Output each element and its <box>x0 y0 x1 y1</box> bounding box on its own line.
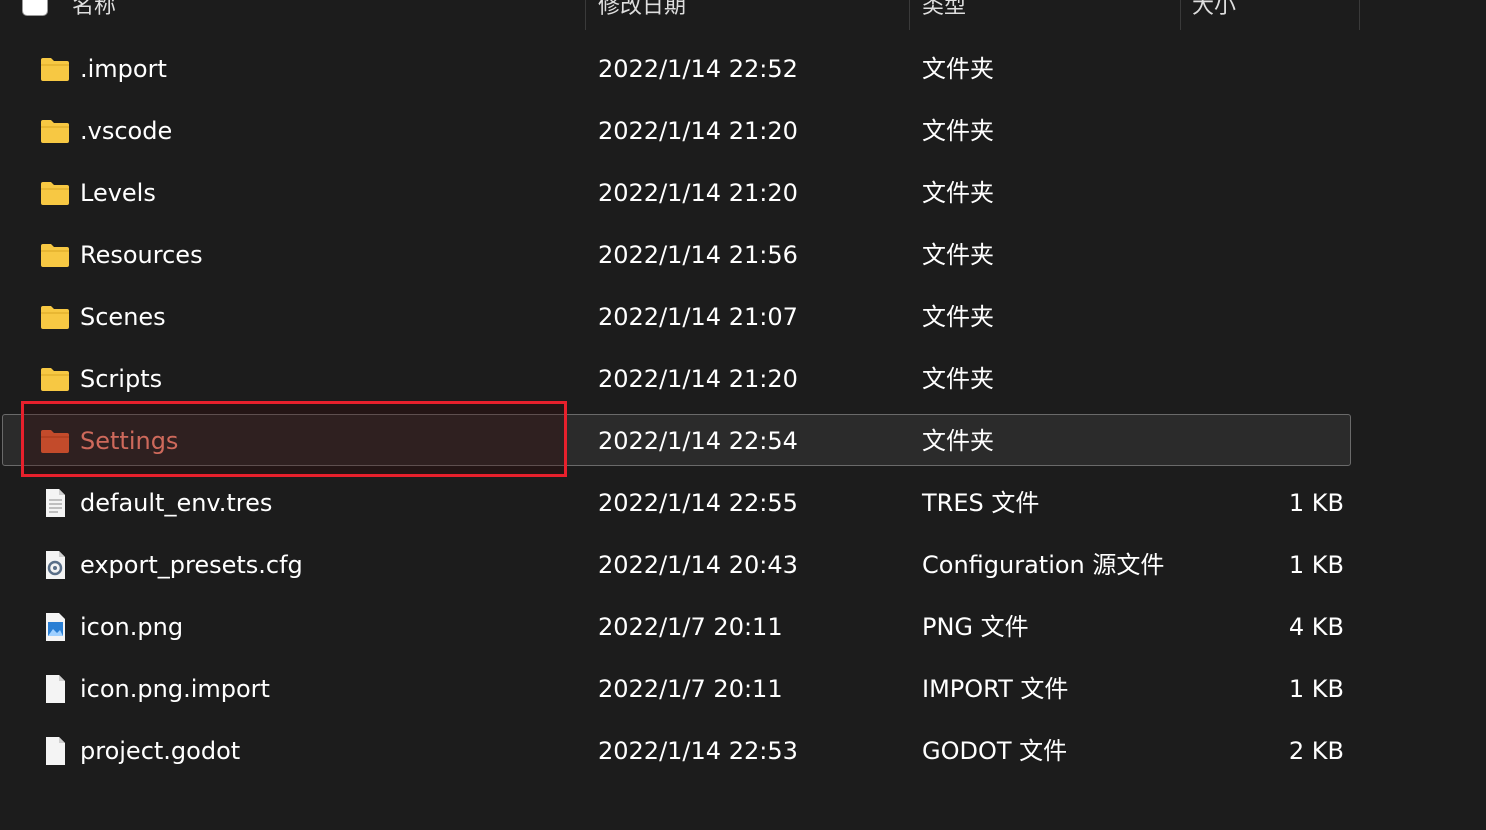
folder-orange-icon <box>40 427 70 455</box>
file-row[interactable]: project.godot 2022/1/14 22:53 GODOT 文件 2 KB <box>0 720 1486 782</box>
file-name: project.godot <box>80 737 241 765</box>
blank-file-icon <box>40 675 70 703</box>
file-row[interactable]: .import 2022/1/14 22:52 文件夹 <box>0 38 1486 100</box>
modified-date: 2022/1/14 22:55 <box>598 489 798 517</box>
column-separator[interactable] <box>1180 0 1181 30</box>
file-row[interactable]: .vscode 2022/1/14 21:20 文件夹 <box>0 100 1486 162</box>
modified-date: 2022/1/14 22:53 <box>598 737 798 765</box>
modified-date: 2022/1/7 20:11 <box>598 675 783 703</box>
folder-icon <box>40 303 70 331</box>
folder-icon <box>40 179 70 207</box>
column-size-header[interactable]: 大小 <box>1192 0 1236 30</box>
file-type: 文件夹 <box>922 365 994 393</box>
modified-date: 2022/1/14 21:20 <box>598 117 798 145</box>
modified-date: 2022/1/7 20:11 <box>598 613 783 641</box>
blank-file-icon <box>40 737 70 765</box>
file-size: 1 KB <box>1288 551 1344 579</box>
image-file-icon <box>40 613 70 641</box>
modified-date: 2022/1/14 20:43 <box>598 551 798 579</box>
file-name: export_presets.cfg <box>80 551 303 579</box>
text-file-icon <box>40 489 70 517</box>
column-date-header[interactable]: 修改日期 <box>598 0 686 30</box>
file-row-selected[interactable]: Settings 2022/1/14 22:54 文件夹 <box>0 410 1486 472</box>
file-row[interactable]: default_env.tres 2022/1/14 22:55 TRES 文件 1 … <box>0 472 1486 534</box>
file-type: 文件夹 <box>922 241 994 269</box>
folder-icon <box>40 365 70 393</box>
modified-date: 2022/1/14 21:56 <box>598 241 798 269</box>
file-row[interactable]: export_presets.cfg 2022/1/14 20:43 Configu… <box>0 534 1486 596</box>
file-type: GODOT 文件 <box>922 737 1068 765</box>
file-type: 文件夹 <box>922 427 994 455</box>
file-type: 文件夹 <box>922 179 994 207</box>
select-all-checkbox[interactable] <box>22 0 48 16</box>
file-name: icon.png.import <box>80 675 270 703</box>
modified-date: 2022/1/14 21:07 <box>598 303 798 331</box>
file-name: .import <box>80 55 167 83</box>
column-separator[interactable] <box>585 0 586 30</box>
folder-icon <box>40 55 70 83</box>
modified-date: 2022/1/14 22:52 <box>598 55 798 83</box>
folder-icon <box>40 117 70 145</box>
file-list: .import 2022/1/14 22:52 文件夹 .vscode 2022/1/1… <box>0 38 1486 782</box>
file-row[interactable]: Scripts 2022/1/14 21:20 文件夹 <box>0 348 1486 410</box>
file-row[interactable]: icon.png.import 2022/1/7 20:11 IMPORT 文件 1 … <box>0 658 1486 720</box>
column-separator[interactable] <box>1359 0 1360 30</box>
file-size: 4 KB <box>1288 613 1344 641</box>
column-type-header[interactable]: 类型 <box>922 0 966 30</box>
file-type: IMPORT 文件 <box>922 675 1069 703</box>
modified-date: 2022/1/14 22:54 <box>598 427 798 455</box>
file-size: 1 KB <box>1288 489 1344 517</box>
file-name: default_env.tres <box>80 489 273 517</box>
folder-icon <box>40 241 70 269</box>
file-name: Levels <box>80 179 156 207</box>
file-row[interactable]: Scenes 2022/1/14 21:07 文件夹 <box>0 286 1486 348</box>
modified-date: 2022/1/14 21:20 <box>598 179 798 207</box>
file-row[interactable]: Resources 2022/1/14 21:56 文件夹 <box>0 224 1486 286</box>
file-name: Settings <box>80 427 179 455</box>
file-row[interactable]: icon.png 2022/1/7 20:11 PNG 文件 4 KB <box>0 596 1486 658</box>
file-type: TRES 文件 <box>922 489 1040 517</box>
file-type: 文件夹 <box>922 117 994 145</box>
column-header: 名称 修改日期 类型 大小 <box>0 0 1486 30</box>
file-type: 文件夹 <box>922 303 994 331</box>
file-row[interactable]: Levels 2022/1/14 21:20 文件夹 <box>0 162 1486 224</box>
modified-date: 2022/1/14 21:20 <box>598 365 798 393</box>
file-type: Configuration 源文件 <box>922 551 1165 579</box>
column-name-header[interactable]: 名称 <box>72 0 116 30</box>
file-type: PNG 文件 <box>922 613 1029 641</box>
file-name: Scenes <box>80 303 166 331</box>
file-name: icon.png <box>80 613 184 641</box>
file-size: 1 KB <box>1288 675 1344 703</box>
file-name: .vscode <box>80 117 173 145</box>
column-separator[interactable] <box>909 0 910 30</box>
config-file-icon <box>40 551 70 579</box>
file-name: Resources <box>80 241 203 269</box>
file-name: Scripts <box>80 365 163 393</box>
file-size: 2 KB <box>1288 737 1344 765</box>
file-type: 文件夹 <box>922 55 994 83</box>
